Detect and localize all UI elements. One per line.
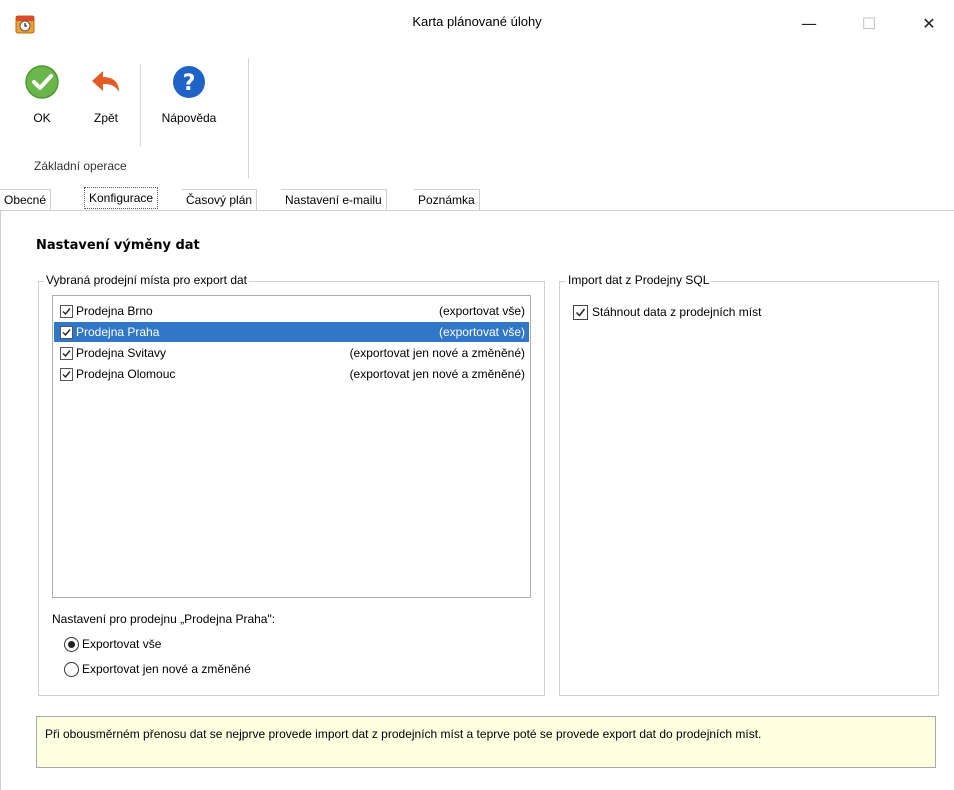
tab-nastaveni-emailu[interactable]: Nastavení e-mailu (281, 189, 387, 210)
export-group-legend: Vybraná prodejní místa pro export dat (44, 273, 249, 287)
help-question-icon: ? (146, 64, 232, 103)
back-button[interactable]: Zpět (84, 64, 128, 125)
minimize-button[interactable]: — (786, 0, 832, 46)
import-group (559, 281, 939, 696)
store-checkbox[interactable] (60, 347, 73, 360)
ok-label: OK (33, 111, 51, 125)
back-label: Zpět (93, 111, 118, 125)
store-export-mode: (exportovat vše) (438, 325, 525, 339)
store-name: Prodejna Praha (76, 325, 160, 339)
store-list[interactable]: Prodejna Brno (exportovat vše) Prodejna … (52, 295, 531, 598)
ribbon-separator (140, 64, 141, 146)
tab-divider (0, 210, 954, 211)
help-button[interactable]: ? Nápověda (146, 64, 232, 125)
check-circle-icon (22, 64, 62, 103)
radio-export-all[interactable] (64, 637, 79, 652)
svg-text:?: ? (183, 71, 196, 96)
store-checkbox[interactable] (60, 326, 73, 339)
store-name: Prodejna Svitavy (76, 346, 167, 360)
ok-button[interactable]: OK (22, 64, 62, 125)
tab-casovy-plan[interactable]: Časový plán (182, 189, 258, 210)
radio-export-new-label[interactable]: Exportovat jen nové a změněné (82, 662, 251, 676)
section-title: Nastavení výměny dat (36, 238, 200, 253)
radio-export-new[interactable] (64, 662, 79, 677)
tab-poznamka[interactable]: Poznámka (414, 189, 480, 210)
import-group-legend: Import dat z Prodejny SQL (566, 273, 712, 287)
list-item[interactable]: Prodejna Brno (exportovat vše) (54, 301, 529, 321)
maximize-button[interactable]: ☐ (846, 0, 892, 46)
download-data-checkbox[interactable] (573, 305, 588, 320)
store-name: Prodejna Olomouc (76, 367, 176, 381)
radio-export-all-label[interactable]: Exportovat vše (82, 637, 161, 651)
list-item[interactable]: Prodejna Svitavy (exportovat jen nové a … (54, 343, 529, 363)
ribbon-group-label: Základní operace (34, 159, 127, 173)
radio-selected-dot (68, 641, 75, 648)
list-item-selected[interactable]: Prodejna Praha (exportovat vše) (54, 322, 529, 342)
ribbon-group-divider (248, 58, 249, 178)
list-item[interactable]: Prodejna Olomouc (exportovat jen nové a … (54, 364, 529, 384)
store-checkbox[interactable] (60, 305, 73, 318)
store-name: Prodejna Brno (76, 304, 153, 318)
download-data-label[interactable]: Stáhnout data z prodejních míst (592, 305, 761, 319)
store-export-mode: (exportovat jen nové a změněné) (349, 346, 525, 360)
store-export-mode: (exportovat vše) (438, 304, 525, 318)
ribbon (0, 46, 954, 181)
tab-obecne[interactable]: Obecné (0, 189, 52, 210)
checkmark-icon (575, 308, 586, 317)
info-note: Při obousměrném přenosu dat se nejprve p… (36, 716, 936, 768)
store-export-mode: (exportovat jen nové a změněné) (349, 367, 525, 381)
help-label: Nápověda (161, 111, 217, 125)
close-button[interactable]: ✕ (906, 0, 952, 46)
store-checkbox[interactable] (60, 368, 73, 381)
content-border (0, 210, 1, 790)
tab-konfigurace[interactable]: Konfigurace (84, 187, 159, 209)
store-settings-label: Nastavení pro prodejnu „Prodejna Praha": (52, 612, 276, 626)
undo-arrow-icon (84, 64, 128, 103)
